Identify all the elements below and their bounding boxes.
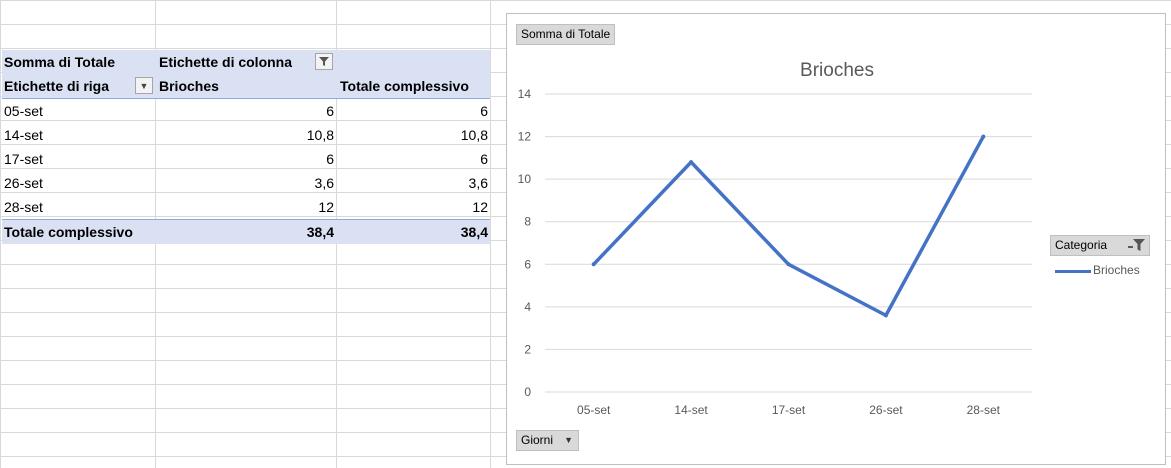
x-tick-label: 14-set xyxy=(674,403,708,417)
brioches-value[interactable]: 3,6 xyxy=(159,171,334,195)
legend-entry-label[interactable]: Brioches xyxy=(1093,263,1140,277)
column-filter-button[interactable] xyxy=(315,53,333,70)
series-column-header[interactable]: Brioches xyxy=(159,74,334,98)
series-line-brioches[interactable] xyxy=(591,134,986,318)
pivot-header-row-2: Etichette di riga ▼ Brioches Totale comp… xyxy=(2,74,490,99)
brioches-value[interactable]: 6 xyxy=(159,99,334,123)
y-tick-label: 12 xyxy=(518,130,532,144)
pivot-chart[interactable]: Somma di Totale Brioches 0 2 4 6 8 10 12 14 05-s… xyxy=(506,13,1166,465)
table-row: 17-set 6 6 xyxy=(2,147,490,171)
y-tick-label: 2 xyxy=(524,342,531,356)
y-tick-label: 4 xyxy=(524,300,531,314)
chevron-down-icon: ▼ xyxy=(139,80,149,91)
brioches-value[interactable]: 12 xyxy=(159,195,334,219)
legend-field-button[interactable]: Categoria xyxy=(1050,235,1150,256)
row-label[interactable]: 28-set xyxy=(4,195,154,219)
data-point[interactable] xyxy=(786,262,791,267)
chevron-down-icon: ▼ xyxy=(564,435,573,445)
x-tick-label: 28-set xyxy=(967,403,1001,417)
row-label[interactable]: 26-set xyxy=(4,171,154,195)
grand-total-label[interactable]: Totale complessivo xyxy=(4,220,154,244)
row-label[interactable]: 17-set xyxy=(4,147,154,171)
row-filter-button[interactable]: ▼ xyxy=(135,77,153,94)
y-tick-label: 6 xyxy=(524,257,531,271)
filter-icon xyxy=(319,57,329,66)
y-tick-label: 14 xyxy=(518,87,532,101)
y-tick-label: 10 xyxy=(518,172,532,186)
values-field-label[interactable]: Somma di Totale xyxy=(4,50,154,74)
row-labels-header[interactable]: Etichette di riga xyxy=(4,74,154,98)
row-total-value[interactable]: 6 xyxy=(340,147,488,171)
row-total-value[interactable]: 12 xyxy=(340,195,488,219)
row-label[interactable]: 05-set xyxy=(4,99,154,123)
data-point[interactable] xyxy=(883,313,888,318)
grand-total-brioches[interactable]: 38,4 xyxy=(159,220,334,244)
column-labels-header[interactable]: Etichette di colonna xyxy=(159,50,334,74)
brioches-value[interactable]: 6 xyxy=(159,147,334,171)
table-row: 26-set 3,6 3,6 xyxy=(2,171,490,195)
x-tick-label: 17-set xyxy=(772,403,806,417)
table-row: 05-set 6 6 xyxy=(2,99,490,123)
x-tick-label: 26-set xyxy=(869,403,903,417)
grand-total-row: Totale complessivo 38,4 38,4 xyxy=(2,219,490,244)
y-tick-label: 0 xyxy=(524,385,531,399)
grand-total-column-header[interactable]: Totale complessivo xyxy=(340,74,490,98)
row-total-value[interactable]: 10,8 xyxy=(340,123,488,147)
legend-line-swatch xyxy=(1055,270,1091,273)
row-total-value[interactable]: 6 xyxy=(340,99,488,123)
filter-icon xyxy=(1126,238,1146,258)
data-point[interactable] xyxy=(591,262,596,267)
axis-field-button-label: Giorni xyxy=(521,433,554,447)
axis-field-button[interactable]: Giorni ▼ xyxy=(516,430,579,451)
row-label[interactable]: 14-set xyxy=(4,123,154,147)
y-tick-label: 8 xyxy=(524,215,531,229)
pivot-table: Somma di Totale Etichette di colonna Eti… xyxy=(2,50,490,244)
column-divider xyxy=(490,0,491,468)
data-point[interactable] xyxy=(689,160,694,165)
brioches-value[interactable]: 10,8 xyxy=(159,123,334,147)
legend-field-button-label: Categoria xyxy=(1055,238,1108,252)
pivot-header-row-1: Somma di Totale Etichette di colonna xyxy=(2,50,490,74)
table-row: 14-set 10,8 10,8 xyxy=(2,123,490,147)
x-tick-label: 05-set xyxy=(577,403,611,417)
row-total-value[interactable]: 3,6 xyxy=(340,171,488,195)
data-point[interactable] xyxy=(981,134,986,139)
grand-total-value[interactable]: 38,4 xyxy=(340,220,488,244)
table-row: 28-set 12 12 xyxy=(2,195,490,219)
